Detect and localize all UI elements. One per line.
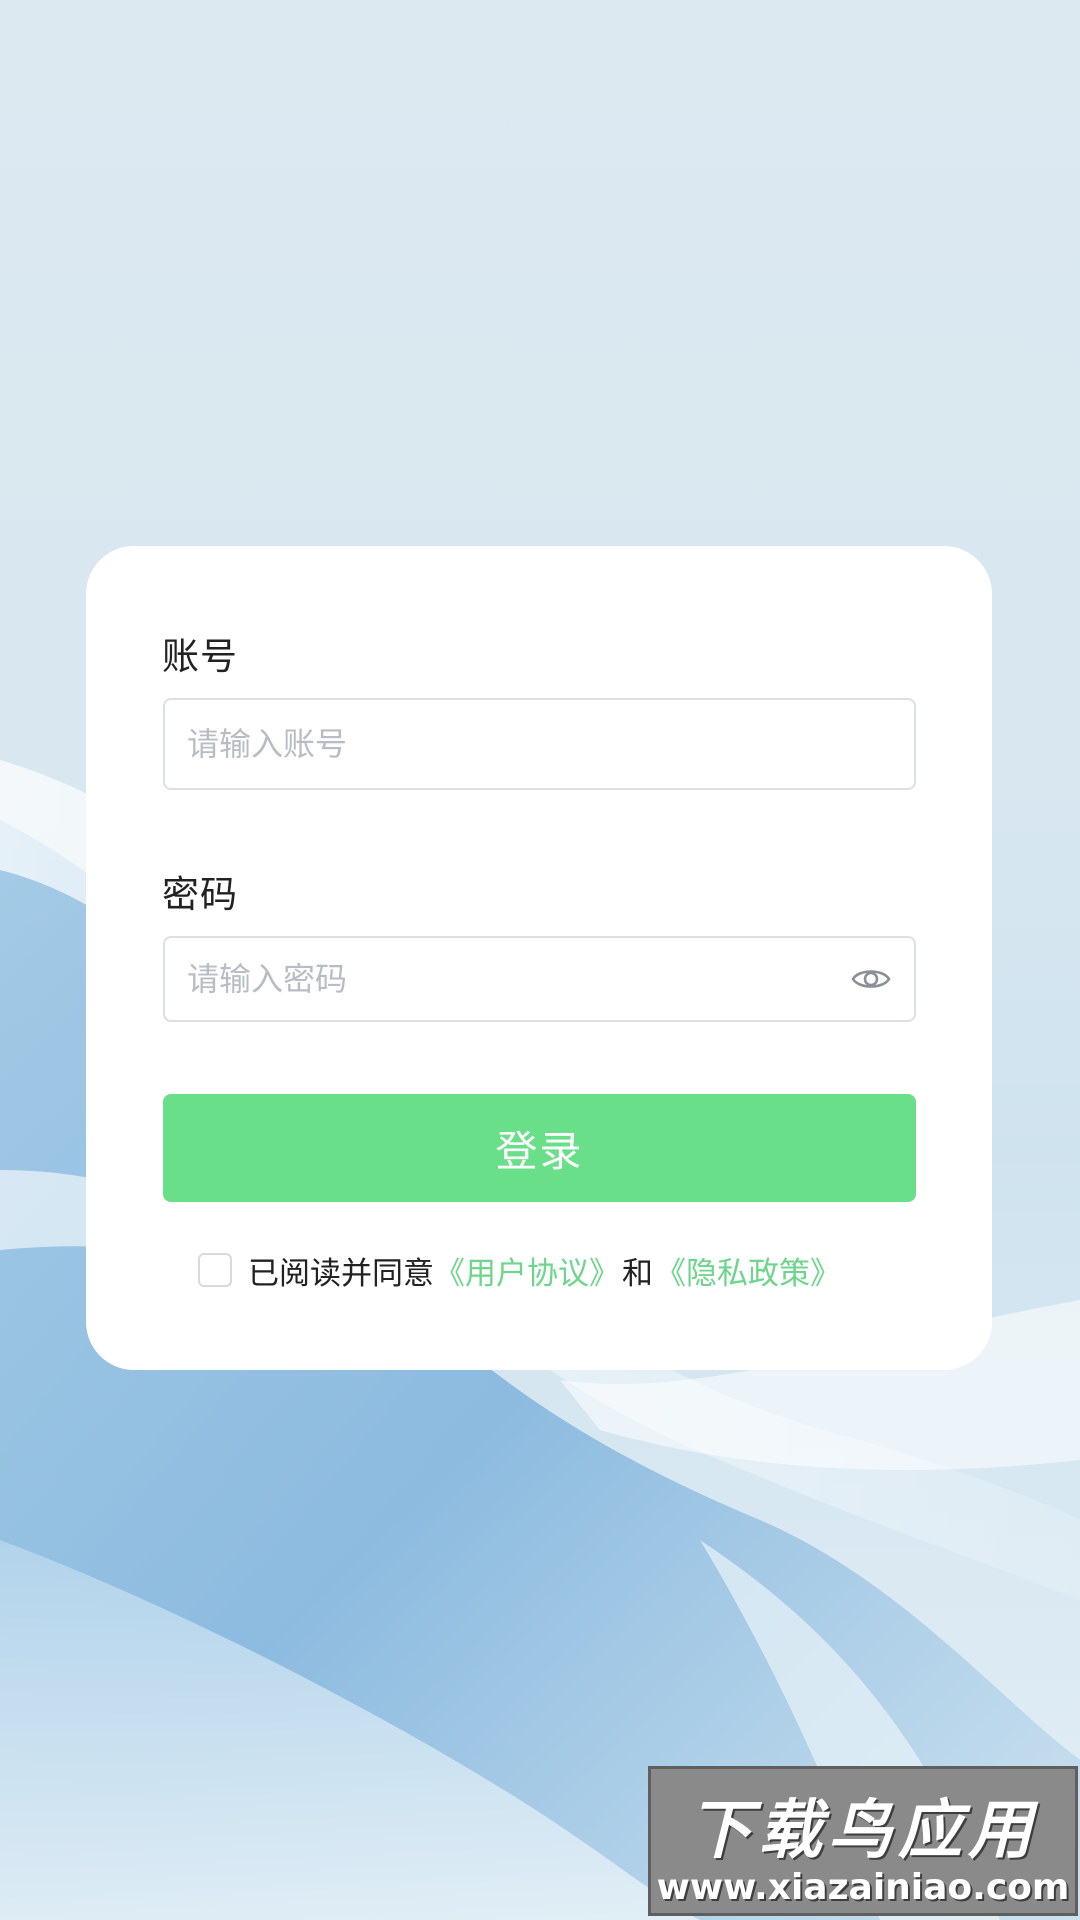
login-card: 账号 密码 登录 已阅读并同意 《用户协议》 和 《隐私政策》	[86, 546, 992, 1370]
login-button[interactable]: 登录	[163, 1094, 916, 1202]
watermark-logo: 下载鸟应用 www.xiazainiao.com	[648, 1766, 1078, 1916]
password-input[interactable]	[187, 938, 827, 1020]
user-agreement-link[interactable]: 《用户协议》	[434, 1248, 620, 1293]
account-label: 账号	[162, 635, 238, 678]
account-input[interactable]	[187, 700, 827, 788]
eye-icon[interactable]	[850, 958, 892, 1000]
password-label: 密码	[162, 873, 238, 916]
agreement-row: 已阅读并同意 《用户协议》 和 《隐私政策》	[198, 1248, 841, 1293]
watermark-url: www.xiazainiao.com	[656, 1867, 1070, 1908]
password-field[interactable]	[163, 936, 916, 1022]
agreement-and: 和	[622, 1255, 653, 1292]
privacy-policy-link[interactable]: 《隐私政策》	[655, 1248, 841, 1293]
account-field[interactable]	[163, 698, 916, 790]
agreement-checkbox[interactable]	[198, 1253, 232, 1287]
watermark-title: 下载鸟应用	[688, 1794, 1038, 1868]
agreement-prefix: 已阅读并同意	[248, 1255, 434, 1292]
